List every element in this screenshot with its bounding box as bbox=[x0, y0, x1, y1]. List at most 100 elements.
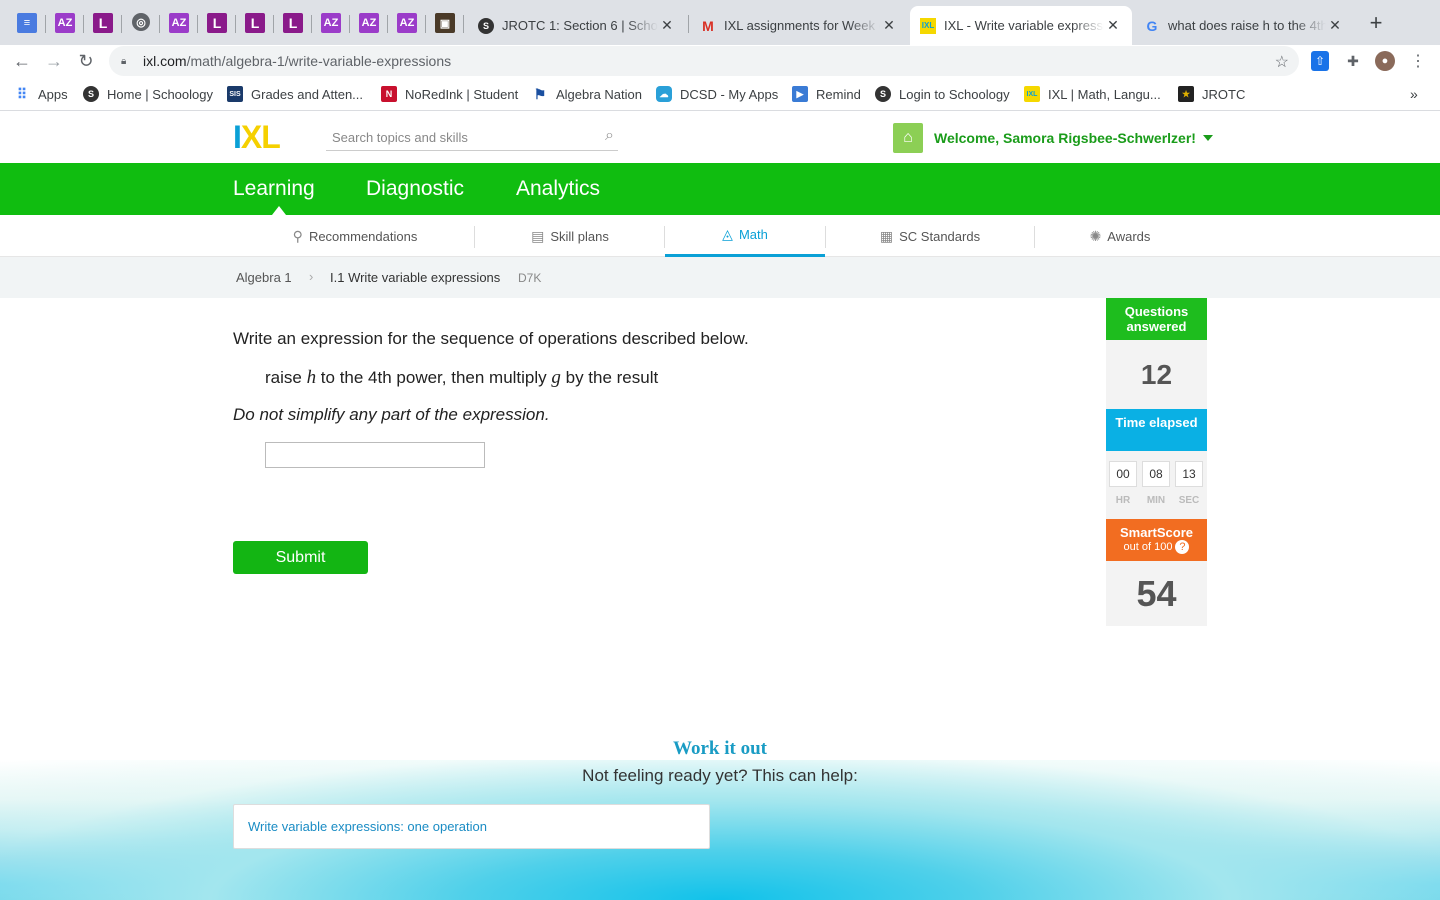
smartscore-value: 54 bbox=[1106, 561, 1207, 626]
subnav-sc-standards[interactable]: ▦ SC Standards bbox=[860, 215, 1000, 257]
tab-separator bbox=[121, 15, 122, 33]
google-docs-pinned-tab-icon[interactable]: ≡ bbox=[17, 13, 37, 33]
tab-title: IXL assignments for Week of bbox=[724, 18, 880, 33]
more-bookmarks-icon[interactable]: » bbox=[1410, 86, 1418, 102]
address-bar[interactable]: 🔒︎ ixl.com/math/algebra-1/write-variable… bbox=[109, 46, 1299, 76]
l-pinned-tab-icon[interactable]: L bbox=[245, 13, 265, 33]
bookmark-dcsd[interactable]: ☁ DCSD - My Apps bbox=[656, 86, 778, 102]
related-skill-card[interactable]: Write variable expressions: one operatio… bbox=[233, 804, 710, 849]
bookmark-remind[interactable]: ▶ Remind bbox=[792, 86, 861, 102]
lock-icon: 🔒︎ bbox=[121, 55, 127, 67]
tab-separator bbox=[387, 15, 388, 33]
answer-input[interactable] bbox=[265, 442, 485, 468]
sub-nav: ⚲ Recommendations ▤ Skill plans ◬ Math ▦… bbox=[0, 215, 1440, 257]
time-sec-label: SEC bbox=[1178, 495, 1200, 506]
tab-separator bbox=[159, 15, 160, 33]
main-nav: Learning Diagnostic Analytics bbox=[0, 163, 1440, 215]
l-pinned-tab-icon[interactable]: L bbox=[207, 13, 227, 33]
apps-grid-icon: ⠿ bbox=[16, 85, 28, 102]
az-pinned-tab-icon[interactable]: AZ bbox=[359, 13, 379, 33]
search-icon[interactable]: ⌕ bbox=[605, 127, 614, 145]
tab-separator bbox=[425, 15, 426, 33]
subnav-separator bbox=[474, 226, 475, 248]
close-tab-icon[interactable]: ✕ bbox=[1104, 17, 1122, 34]
l-pinned-tab-icon[interactable]: L bbox=[283, 13, 303, 33]
back-icon[interactable]: ← bbox=[10, 49, 34, 73]
variable-h: h bbox=[306, 367, 317, 388]
bookmark-noredink[interactable]: N NoRedInk | Student bbox=[381, 86, 518, 102]
bookmark-home-schoology[interactable]: S Home | Schoology bbox=[83, 86, 213, 102]
az-pinned-tab-icon[interactable]: AZ bbox=[321, 13, 341, 33]
flag-icon: ⚑ bbox=[533, 85, 547, 102]
bookmark-ixl[interactable]: IXL IXL | Math, Langu... bbox=[1024, 86, 1161, 102]
chevron-right-icon: › bbox=[309, 269, 314, 284]
active-nav-pointer bbox=[272, 206, 286, 215]
bookmark-star-icon[interactable]: ☆ bbox=[1275, 52, 1289, 72]
subnav-awards[interactable]: ✺ Awards bbox=[1070, 215, 1170, 257]
work-it-out-title: Work it out bbox=[673, 738, 767, 759]
browser-menu-icon[interactable]: ⋮ bbox=[1408, 51, 1428, 71]
close-tab-icon[interactable]: ✕ bbox=[880, 17, 898, 34]
nav-diagnostic[interactable]: Diagnostic bbox=[366, 177, 464, 201]
extensions-puzzle-icon[interactable]: ✚ bbox=[1343, 51, 1363, 71]
tab-gmail[interactable]: M IXL assignments for Week of ✕ bbox=[690, 6, 908, 45]
tab-separator bbox=[45, 15, 46, 33]
bookmark-jrotc[interactable]: ★ JROTC bbox=[1178, 86, 1245, 102]
bookmark-label: Apps bbox=[38, 86, 68, 102]
breadcrumb-skill: I.1 Write variable expressions bbox=[330, 270, 501, 285]
l-pinned-tab-icon[interactable]: L bbox=[93, 13, 113, 33]
jrotc-icon: ★ bbox=[1178, 86, 1194, 102]
user-avatar-icon: ⌂ bbox=[893, 123, 923, 153]
help-icon[interactable]: ? bbox=[1175, 540, 1190, 554]
nav-learning[interactable]: Learning bbox=[233, 177, 315, 201]
question-prompt: Write an expression for the sequence of … bbox=[233, 329, 749, 348]
close-tab-icon[interactable]: ✕ bbox=[658, 17, 676, 34]
bookmark-algebra-nation[interactable]: ⚑ Algebra Nation bbox=[532, 86, 642, 102]
time-seconds: 13 bbox=[1175, 461, 1203, 487]
tab-google[interactable]: G what does raise h to the 4th ✕ bbox=[1134, 6, 1354, 45]
ixl-icon: IXL bbox=[1024, 86, 1040, 102]
related-skill-link[interactable]: Write variable expressions: one operatio… bbox=[248, 819, 487, 834]
breadcrumb-course[interactable]: Algebra 1 bbox=[236, 270, 292, 285]
welcome-text: Welcome, Samora Rigsbee-Schwerlzer! bbox=[934, 130, 1196, 146]
tab-separator bbox=[688, 15, 689, 33]
globe-pinned-tab-icon[interactable]: ◎ bbox=[132, 13, 150, 31]
remind-icon: ▶ bbox=[792, 86, 808, 102]
url-text: ixl.com/math/algebra-1/write-variable-ex… bbox=[143, 53, 451, 69]
az-pinned-tab-icon[interactable]: AZ bbox=[169, 13, 189, 33]
az-pinned-tab-icon[interactable]: AZ bbox=[55, 13, 75, 33]
awards-icon: ✺ bbox=[1089, 227, 1102, 244]
search-input[interactable]: Search topics and skills ⌕ bbox=[326, 125, 618, 151]
user-menu[interactable]: ⌂ Welcome, Samora Rigsbee-Schwerlzer! bbox=[893, 123, 1213, 153]
time-hours: 00 bbox=[1109, 461, 1137, 487]
profile-avatar-icon[interactable]: ● bbox=[1375, 51, 1395, 71]
tab-separator bbox=[463, 15, 464, 33]
browser-toolbar: ← → ↻ 🔒︎ ixl.com/math/algebra-1/write-va… bbox=[0, 45, 1440, 77]
forward-icon[interactable]: → bbox=[42, 49, 66, 73]
reload-icon[interactable]: ↻ bbox=[74, 49, 98, 73]
bookmark-login-schoology[interactable]: S Login to Schoology bbox=[875, 86, 1010, 102]
subnav-math[interactable]: ◬ Math bbox=[665, 215, 825, 257]
bookmark-label: NoRedInk | Student bbox=[405, 86, 519, 102]
submit-button[interactable]: Submit bbox=[233, 541, 368, 574]
subnav-recommendations[interactable]: ⚲ Recommendations bbox=[270, 215, 440, 257]
ixl-logo[interactable]: IXL bbox=[233, 121, 311, 153]
bookmark-label: Grades and Atten... bbox=[251, 86, 364, 102]
bookmark-apps[interactable]: ⠿ Apps bbox=[14, 86, 68, 102]
schoology-icon: S bbox=[875, 86, 891, 102]
work-it-out-subtitle: Not feeling ready yet? This can help: bbox=[582, 766, 858, 785]
new-tab-button[interactable]: + bbox=[1364, 12, 1388, 36]
bookmark-label: Home | Schoology bbox=[107, 86, 213, 102]
tab-ixl-active[interactable]: IXL IXL - Write variable expressions ✕ bbox=[910, 6, 1132, 45]
az-pinned-tab-icon[interactable]: AZ bbox=[397, 13, 417, 33]
close-tab-icon[interactable]: ✕ bbox=[1326, 17, 1344, 34]
extension-upload-icon[interactable]: ⇧ bbox=[1311, 51, 1329, 71]
search-placeholder: Search topics and skills bbox=[332, 130, 468, 145]
box-pinned-tab-icon[interactable]: ▣ bbox=[435, 13, 455, 33]
tab-separator bbox=[197, 15, 198, 33]
subnav-skill-plans[interactable]: ▤ Skill plans bbox=[500, 215, 640, 257]
chevron-down-icon bbox=[1202, 135, 1213, 141]
nav-analytics[interactable]: Analytics bbox=[516, 177, 600, 201]
tab-schoology[interactable]: S JROTC 1: Section 6 | Schoology ✕ bbox=[468, 6, 686, 45]
bookmark-grades[interactable]: SIS Grades and Atten... bbox=[227, 86, 363, 102]
